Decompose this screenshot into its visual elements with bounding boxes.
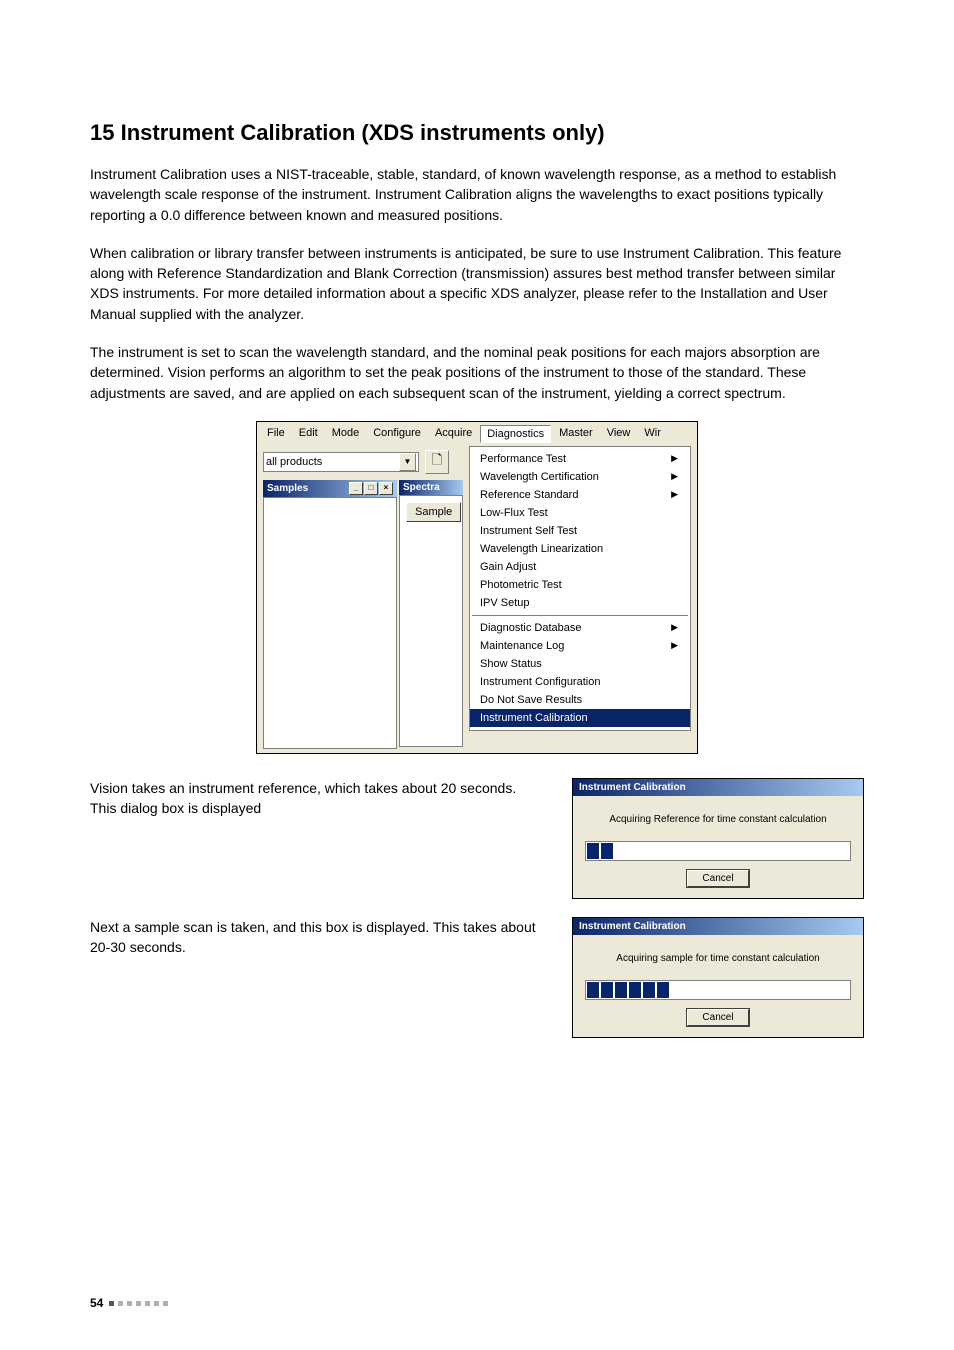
dropdown-item-label: Wavelength Linearization [480,543,603,555]
samples-window-title: Samples _ □ × [263,480,397,497]
progress-segment [587,982,599,998]
dropdown-item-label: Wavelength Certification [480,471,599,483]
menu-diagnostics[interactable]: Diagnostics [480,425,551,443]
submenu-arrow-icon: ▶ [671,640,678,651]
sample-button[interactable]: Sample [406,502,461,522]
dropdown-item[interactable]: Instrument Self Test [470,522,690,540]
dropdown-item[interactable]: Photometric Test [470,576,690,594]
submenu-arrow-icon: ▶ [671,471,678,482]
dropdown-item[interactable]: Show Status [470,655,690,673]
dropdown-item-label: Instrument Self Test [480,525,577,537]
progress-segment [657,982,669,998]
page-number: 54 [90,1296,103,1310]
dropdown-item[interactable]: Reference Standard ▶ [470,486,690,504]
dropdown-item-label: Instrument Configuration [480,676,600,688]
dropdown-item[interactable]: IPV Setup [470,594,690,612]
spectra-title-text: Spectra [403,482,440,493]
paragraph-3: The instrument is set to scan the wavele… [90,342,864,403]
product-combo-value: all products [266,456,322,468]
submenu-arrow-icon: ▶ [671,453,678,464]
dropdown-item[interactable]: Wavelength Linearization [470,540,690,558]
dialog-title: Instrument Calibration [573,918,863,935]
diagnostics-dropdown: Performance Test ▶ Wavelength Certificati… [469,446,691,731]
dropdown-item-label: Show Status [480,658,542,670]
progress-segment [629,982,641,998]
progress-segment [587,843,599,859]
cancel-button[interactable]: Cancel [687,870,748,887]
new-document-icon[interactable]: 🗋 [425,450,449,474]
menubar: File Edit Mode Configure Acquire Diagnos… [257,422,697,446]
dropdown-item-label: Diagnostic Database [480,622,582,634]
decorative-dots [109,1301,168,1306]
menu-window-trunc[interactable]: Wir [638,425,667,443]
minimize-icon[interactable]: _ [349,482,363,495]
dialog-title: Instrument Calibration [573,779,863,796]
reference-step-text: Vision takes an instrument reference, wh… [90,778,542,819]
dialog-message: Acquiring sample for time constant calcu… [573,935,863,972]
dropdown-item-label: Photometric Test [480,579,562,591]
dropdown-item[interactable]: Instrument Configuration [470,673,690,691]
dialog-message: Acquiring Reference for time constant ca… [573,796,863,833]
reference-dialog: Instrument Calibration Acquiring Referen… [572,778,864,899]
dropdown-item[interactable]: Do Not Save Results [470,691,690,709]
dropdown-item-label: Do Not Save Results [480,694,582,706]
close-icon[interactable]: × [379,482,393,495]
dropdown-item[interactable]: Diagnostic Database ▶ [470,619,690,637]
dropdown-item-label: IPV Setup [480,597,530,609]
menu-screenshot: File Edit Mode Configure Acquire Diagnos… [256,421,698,754]
dropdown-item[interactable]: Performance Test ▶ [470,450,690,468]
chevron-down-icon[interactable]: ▼ [399,453,416,471]
page-heading: 15 Instrument Calibration (XDS instrumen… [90,120,864,146]
dropdown-item-instrument-calibration[interactable]: Instrument Calibration [470,709,690,727]
product-combo[interactable]: all products ▼ [263,452,419,472]
menu-separator [472,615,688,616]
dropdown-item[interactable]: Maintenance Log ▶ [470,637,690,655]
menu-configure[interactable]: Configure [367,425,427,443]
dropdown-item-label: Instrument Calibration [480,712,588,724]
samples-title-text: Samples [267,483,308,494]
maximize-icon[interactable]: □ [364,482,378,495]
progress-bar [585,841,851,861]
dropdown-item[interactable]: Low-Flux Test [470,504,690,522]
spectra-window-title: Spectra [399,480,463,495]
samples-window-body [263,497,397,749]
progress-segment [643,982,655,998]
dropdown-item[interactable]: Wavelength Certification ▶ [470,468,690,486]
progress-segment [601,843,613,859]
menu-master[interactable]: Master [553,425,599,443]
dropdown-item[interactable]: Gain Adjust [470,558,690,576]
progress-segment [601,982,613,998]
sample-step-text: Next a sample scan is taken, and this bo… [90,917,542,958]
paragraph-2: When calibration or library transfer bet… [90,243,864,324]
sample-dialog: Instrument Calibration Acquiring sample … [572,917,864,1038]
progress-segment [615,982,627,998]
paragraph-1: Instrument Calibration uses a NIST-trace… [90,164,864,225]
menu-acquire[interactable]: Acquire [429,425,478,443]
dropdown-item-label: Reference Standard [480,489,578,501]
submenu-arrow-icon: ▶ [671,622,678,633]
menu-file[interactable]: File [261,425,291,443]
menu-edit[interactable]: Edit [293,425,324,443]
menu-view[interactable]: View [601,425,637,443]
menu-mode[interactable]: Mode [326,425,366,443]
progress-bar [585,980,851,1000]
dropdown-item-label: Maintenance Log [480,640,564,652]
spectra-window-body: Sample [399,495,463,747]
dropdown-item-label: Gain Adjust [480,561,536,573]
dropdown-item-label: Performance Test [480,453,566,465]
submenu-arrow-icon: ▶ [671,489,678,500]
cancel-button[interactable]: Cancel [687,1009,748,1026]
dropdown-item-label: Low-Flux Test [480,507,548,519]
page-footer: 54 [90,1296,168,1310]
